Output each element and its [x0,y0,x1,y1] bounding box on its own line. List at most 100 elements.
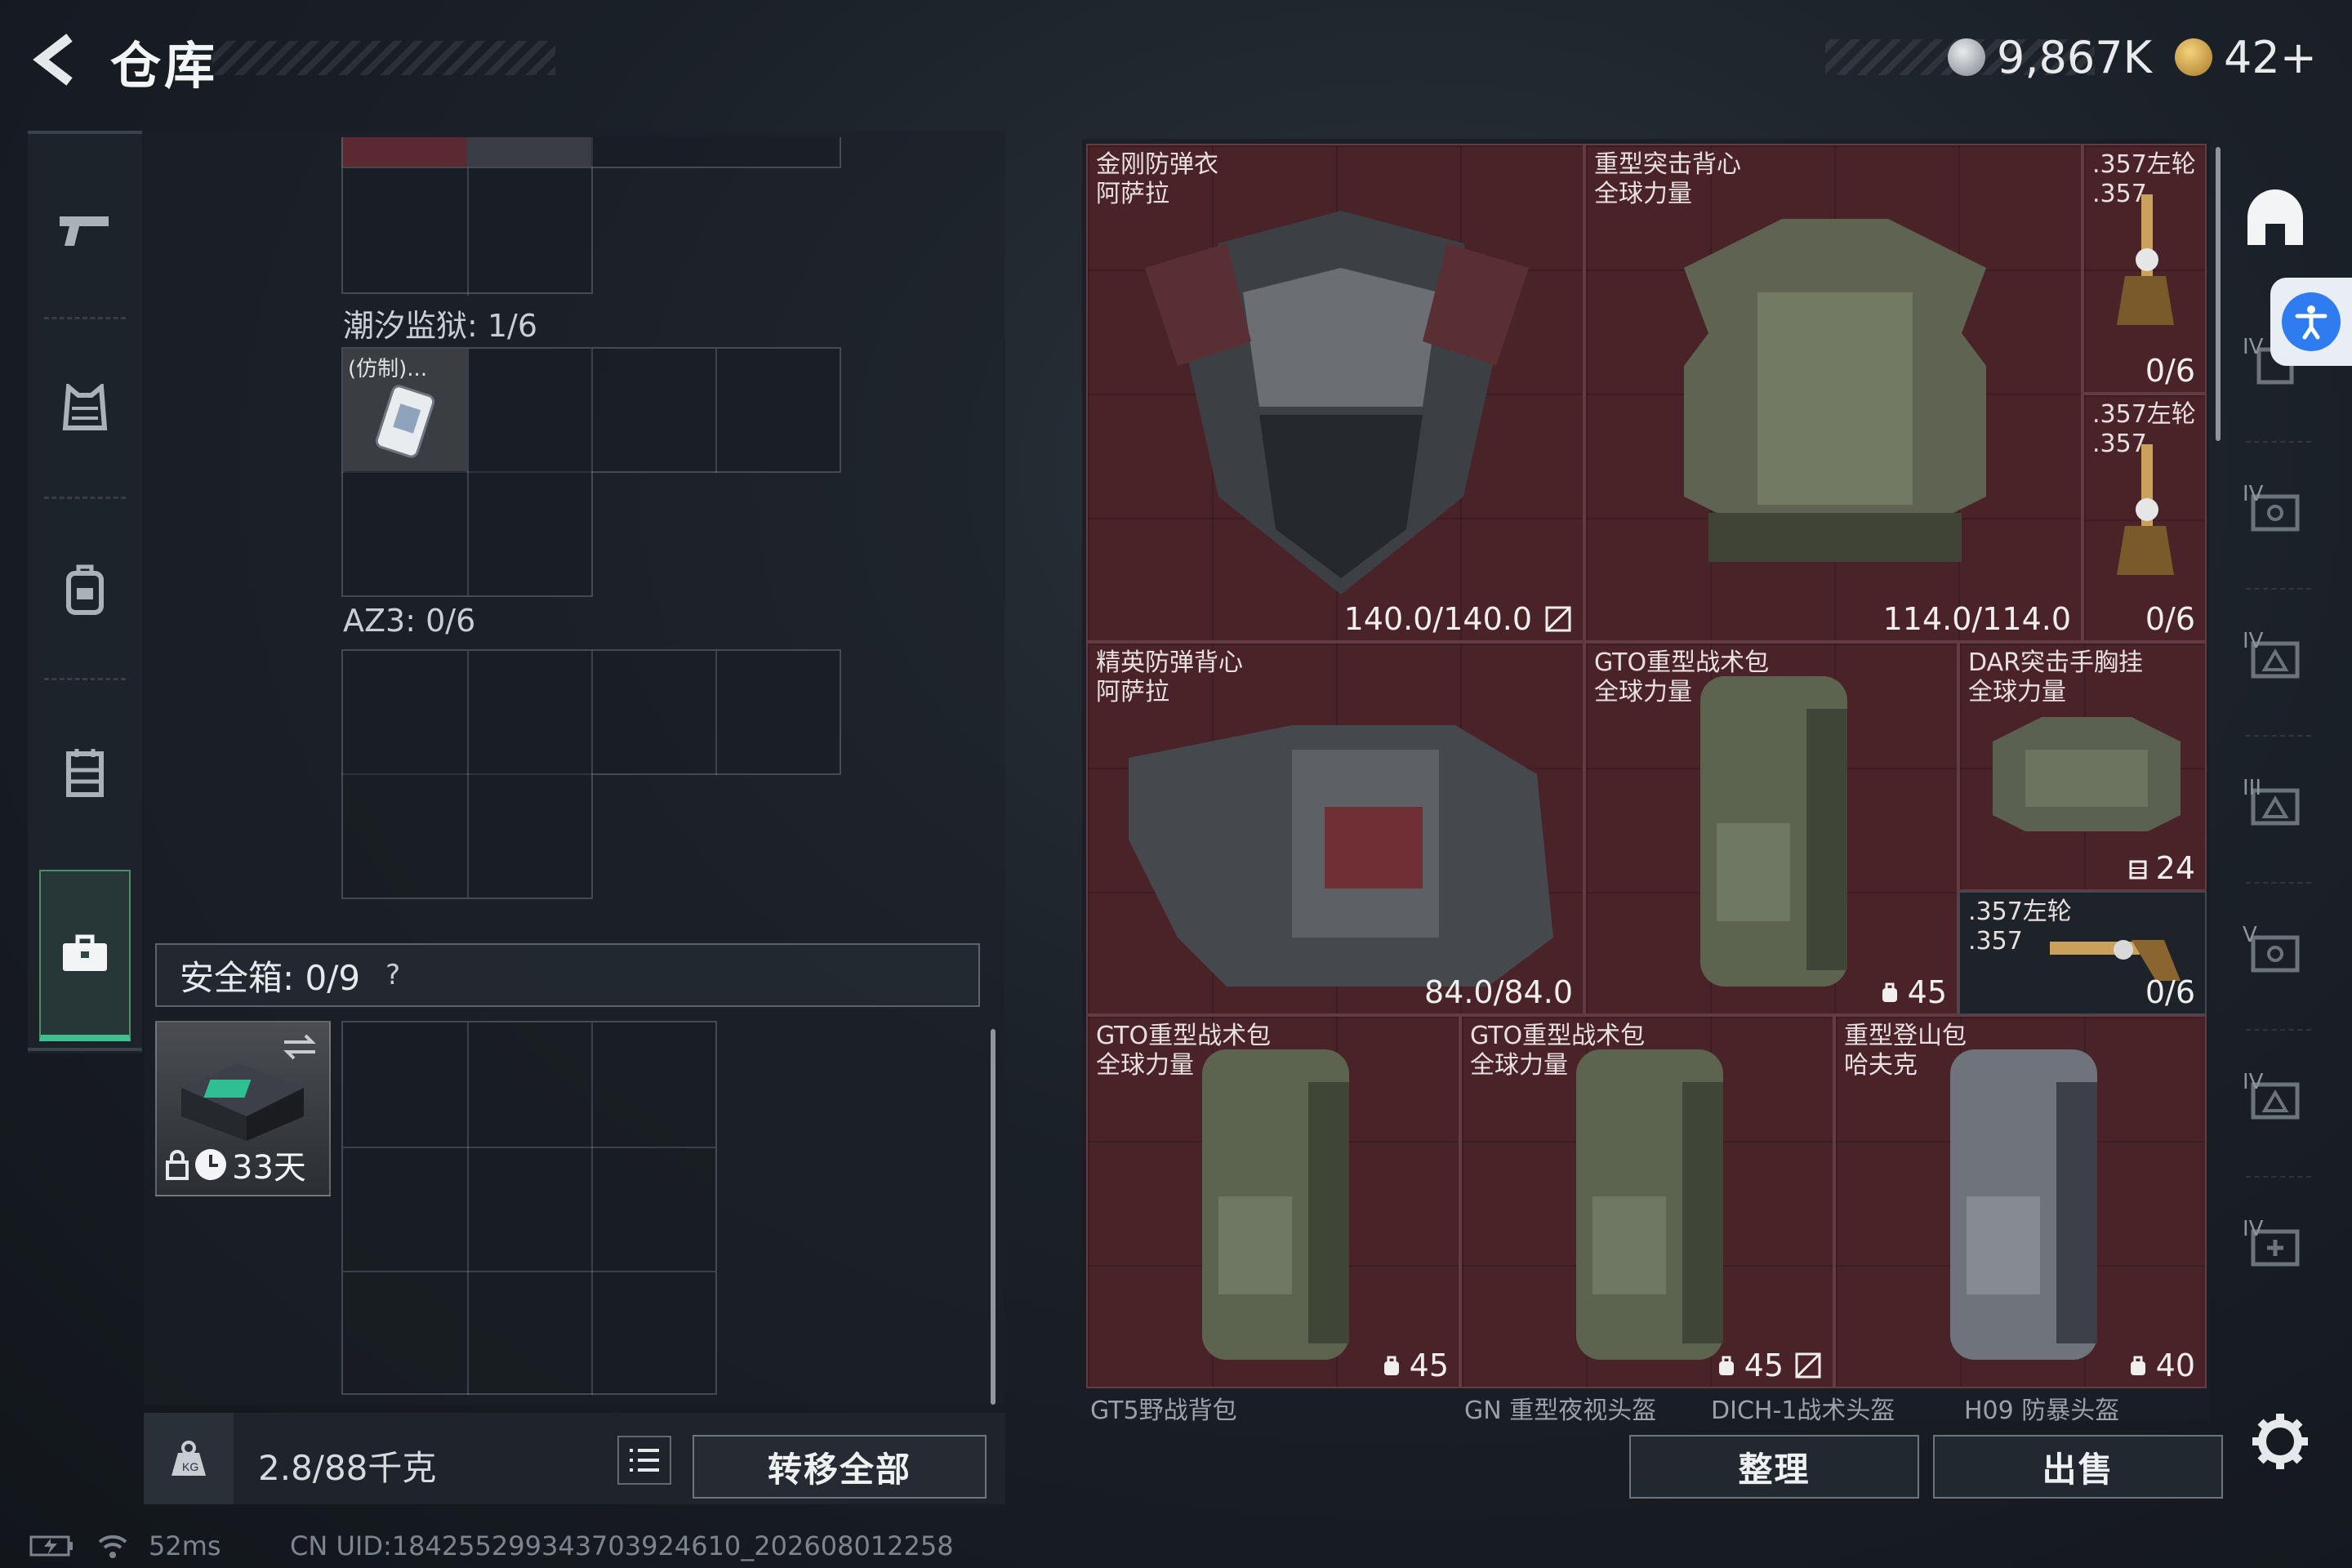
title-decoration [212,41,555,75]
container-grid-1-bottom[interactable] [341,471,593,597]
safe-case-item[interactable]: 33天 [155,1021,331,1196]
tier-label: III [2243,776,2262,800]
helmet-icon [2247,189,2303,245]
tactical-backpack-image [1700,676,1847,987]
item-card-3[interactable]: .357左轮 .357 0/6 [2082,144,2207,394]
item-card-8[interactable]: .357左轮 .357 0/6 [1958,891,2207,1015]
container-grid-top-row[interactable] [341,137,841,168]
item-ammo: 0/6 [2145,353,2195,389]
item-durability: 140.0/140.0 [1344,601,1573,637]
backpack-icon [66,564,104,615]
item-capacity-value: 45 [1409,1348,1449,1383]
hiking-backpack-image [1950,1049,2097,1360]
gold-triangle-coin-icon [2175,38,2212,76]
battery-charging-icon [29,1535,73,1557]
backpack-tier-tab[interactable]: IV [2236,474,2314,552]
currency-secondary[interactable]: 42+ [2175,31,2317,83]
ping-value: 52ms [149,1530,221,1561]
rig-tier-tab-2[interactable]: III [2236,768,2314,846]
partial-item-name: GT5野战背包 [1090,1396,1237,1425]
item-name: 金刚防弹衣 阿萨拉 [1096,150,1218,208]
safe-case-label: 安全箱: 0/9 [180,957,361,998]
container-grid-1-top[interactable]: (仿制)... [341,347,841,473]
nav-safe-case-tab[interactable] [39,870,131,1041]
tier-label: IV [2243,629,2264,653]
tier-label: IV [2243,1070,2264,1094]
item-card-7[interactable]: DAR突击手胸挂 全球力量 24 [1958,642,2207,891]
list-icon [630,1449,659,1472]
item-durability: 114.0/114.0 [1883,601,2071,637]
item-capacity: 45 [1878,974,1947,1010]
item-card-11[interactable]: 重型登山包 哈夫克 40 [1834,1015,2207,1388]
item-capacity: 45 [1380,1348,1449,1383]
rig-tier-tab-3[interactable]: IV [2236,1062,2314,1140]
briefcase-icon [63,934,107,971]
access-card-icon [375,385,435,458]
stash-scrollbar[interactable] [991,1029,996,1405]
list-view-button[interactable] [617,1436,671,1485]
item-card-1[interactable]: 金刚防弹衣 阿萨拉 140.0/140.0 [1086,144,1584,642]
item-name: .357左轮 .357 [2092,150,2196,208]
inventory-scrollbar[interactable] [2216,147,2221,441]
transfer-all-button[interactable]: 转移全部 [693,1435,987,1499]
currency-primary[interactable]: 9,867K [1948,31,2152,83]
backpack-tier-tab-2[interactable]: V [2236,915,2314,993]
item-card-10[interactable]: GTO重型战术包 全球力量 45 [1460,1015,1834,1388]
item-capacity: 45 [1715,1348,1823,1383]
medkit-tier-tab[interactable]: IV [2236,1209,2314,1287]
item-name: .357左轮 .357 [2092,400,2196,458]
item-capacity-value: 45 [1744,1348,1784,1383]
grid1-item[interactable]: (仿制)... [343,349,467,473]
settings-gear-icon[interactable] [2247,1409,2313,1474]
partial-item-2 [467,137,591,167]
silver-coin-icon [1948,38,1985,76]
help-icon[interactable]: ? [376,959,409,991]
nav-backpack-tab[interactable] [41,549,129,630]
item-capacity-value: 40 [2155,1348,2195,1383]
nav-armor-tab[interactable] [41,368,129,449]
item-name: GTO重型战术包 全球力量 [1096,1022,1272,1080]
helmet-tab[interactable] [2236,180,2314,258]
back-arrow-icon[interactable] [24,31,90,88]
nav-chest-rig-tab[interactable] [41,731,129,813]
item-card-4[interactable]: .357左轮 .357 0/6 [2082,394,2207,642]
item-card-6[interactable]: GTO重型战术包 全球力量 45 [1584,642,1958,1015]
warehouse-screen: 仓库 9,867K 42+ 潮汐监狱: 1/6 (仿制)... AZ3: 0/6… [0,0,2352,1568]
item-card-2[interactable]: 重型突击背心 全球力量 114.0/114.0 [1584,144,2082,642]
no-repair-icon [1795,1352,1821,1379]
item-name: 重型突击背心 全球力量 [1594,150,1741,208]
wifi-icon [98,1535,127,1558]
rig-capacity-icon [2129,860,2147,880]
item-ammo: 0/6 [2145,974,2195,1010]
item-durability-value: 114.0/114.0 [1882,601,2071,637]
item-name: 重型登山包 哈夫克 [1844,1022,1967,1080]
tier-label: IV [2243,1217,2264,1241]
item-capacity-value: 24 [2155,850,2195,886]
rig-icon [66,749,104,797]
backpack-capacity-icon [2130,1356,2145,1375]
sort-button[interactable]: 整理 [1629,1435,1919,1499]
nav-weapon-tab[interactable] [41,189,129,271]
item-capacity-value: 45 [1907,974,1947,1010]
container-grid-2-top[interactable] [341,649,841,775]
partial-item [343,137,467,167]
container-grid-2-bottom[interactable] [341,773,593,899]
vest-icon [62,384,108,430]
sell-button[interactable]: 出售 [1933,1435,2223,1499]
elite-vest-image [1129,725,1553,987]
item-card-9[interactable]: GTO重型战术包 全球力量 45 [1086,1015,1460,1388]
item-durability-value: 140.0/140.0 [1343,601,1532,637]
rig-tier-tab[interactable]: IV [2236,621,2314,699]
item-card-5[interactable]: 精英防弹背心 阿萨拉 84.0/84.0 [1086,642,1584,1015]
armor-vest-image [1145,211,1529,595]
left-category-nav [28,131,142,1054]
item-durability: 84.0/84.0 [1423,974,1573,1010]
accessibility-button[interactable] [2270,278,2352,366]
swap-icon[interactable] [279,1031,320,1063]
item-capacity: 40 [2127,1348,2195,1383]
svg-text:KG: KG [182,1460,198,1473]
tier-label: V [2243,923,2257,947]
chest-rig-image [1993,717,2180,831]
safe-case-grid[interactable] [341,1021,717,1395]
grid1-item-label: (仿制)... [348,357,428,381]
